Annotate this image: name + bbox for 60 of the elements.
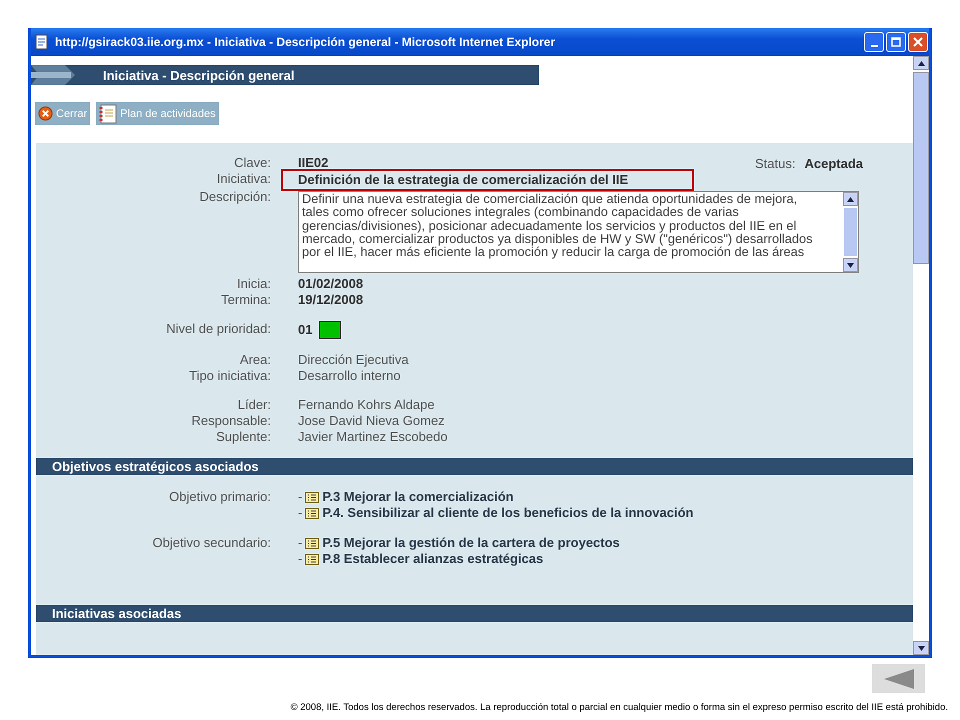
field-value: 01: [298, 322, 312, 338]
field-value: Desarrollo interno: [298, 368, 401, 384]
minimize-icon: [870, 45, 878, 47]
field-value: Javier Martinez Escobedo: [298, 429, 448, 445]
page-icon: [34, 34, 50, 50]
close-button[interactable]: [908, 32, 928, 52]
field-value: 01/02/2008: [298, 276, 364, 292]
field-value: 19/12/2008: [298, 292, 364, 308]
dash: -: [298, 551, 302, 567]
list-icon: [305, 492, 320, 502]
highlighted-value: Definición de la estrategia de comercialización del IIE: [283, 171, 692, 189]
field-label: Descripción:: [198, 189, 271, 206]
maximize-icon: [891, 37, 901, 47]
status-value: Aceptada: [804, 156, 863, 171]
chevron-icon: [31, 65, 75, 85]
field-label: Suplente:: [215, 429, 271, 445]
field-value: Jose David Nieva Gomez: [298, 413, 445, 429]
field-label: Iniciativa:: [216, 171, 271, 188]
close-icon: [913, 37, 923, 47]
field-label: Líder:: [236, 397, 271, 413]
status-label: Status:: [755, 156, 796, 171]
scrollbar[interactable]: [913, 56, 929, 655]
maximize-button[interactable]: [886, 32, 906, 52]
field-label: Termina:: [220, 292, 271, 308]
dash: -: [298, 489, 302, 505]
section-header: Objetivos estratégicos asociados: [36, 458, 913, 475]
field-label: Responsable:: [190, 413, 271, 429]
field-label: Tipo iniciativa:: [188, 368, 271, 384]
field-value: IIE02: [298, 155, 328, 171]
list-icon: [305, 554, 320, 564]
list-icon: [305, 538, 320, 548]
field-label: Nivel de prioridad:: [165, 321, 271, 338]
window-title: http://gsirack03.iie.org.mx - Iniciativa - Descripción general - Microsoft Internet Explorer: [55, 35, 556, 49]
field-label: Objetivo secundario:: [151, 535, 271, 552]
page-title: Iniciativa - Descripción general: [103, 68, 294, 82]
objective-link[interactable]: P.5 Mejorar la gestión de la cartera de proyectos: [322, 535, 620, 551]
objective-link[interactable]: P.8 Establecer alianzas estratégicas: [322, 551, 544, 567]
scrollbar[interactable]: [843, 192, 858, 272]
field-value: Fernando Kohrs Aldape: [298, 397, 435, 413]
objective-link[interactable]: P.3 Mejorar la comercialización: [322, 489, 514, 505]
objective-link[interactable]: P.4. Sensibilizar al cliente de los beneficios de la innovación: [322, 505, 694, 521]
down-arrow-icon: [847, 262, 854, 268]
description-textarea[interactable]: Definir una nueva estrategia de comercialización que atienda oportunidades de mejora, tales como ofrecer soluciones integrales (combinando capacidades de varias gerencias/divisiones), posicionar adecuadamente los servicios y productos del IIE en el mercado, comercializar productos ya disponibles de HW y SW ("genéricos") desarrollados por el IIE, hacer más eficiente la promoción y reducir la carga de promoción de las áreas: [298, 191, 859, 273]
field-value: Dirección Ejecutiva: [298, 352, 409, 368]
copyright-notice: © 2008, IIE. Todos los derechos reservados. La reproducción total o parcial en cualquier medio o forma sin el expreso permiso escrito del IIE está prohibido.: [290, 702, 948, 713]
notebook-icon: [99, 104, 118, 124]
field-label: Clave:: [233, 155, 271, 171]
section-header: Iniciativas asociadas: [36, 605, 913, 622]
field-label: Inicia:: [236, 276, 271, 292]
field-label: Area:: [238, 352, 271, 368]
up-arrow-icon: [847, 196, 854, 202]
list-icon: [305, 508, 320, 518]
back-button[interactable]: [872, 664, 925, 693]
up-arrow-icon: [918, 60, 924, 66]
field-label: Objetivo primario:: [168, 489, 271, 506]
close-icon: [38, 106, 53, 121]
down-arrow-icon: [918, 646, 924, 650]
dash: -: [298, 505, 302, 521]
dash: -: [298, 535, 302, 551]
minimize-button[interactable]: [864, 32, 884, 52]
